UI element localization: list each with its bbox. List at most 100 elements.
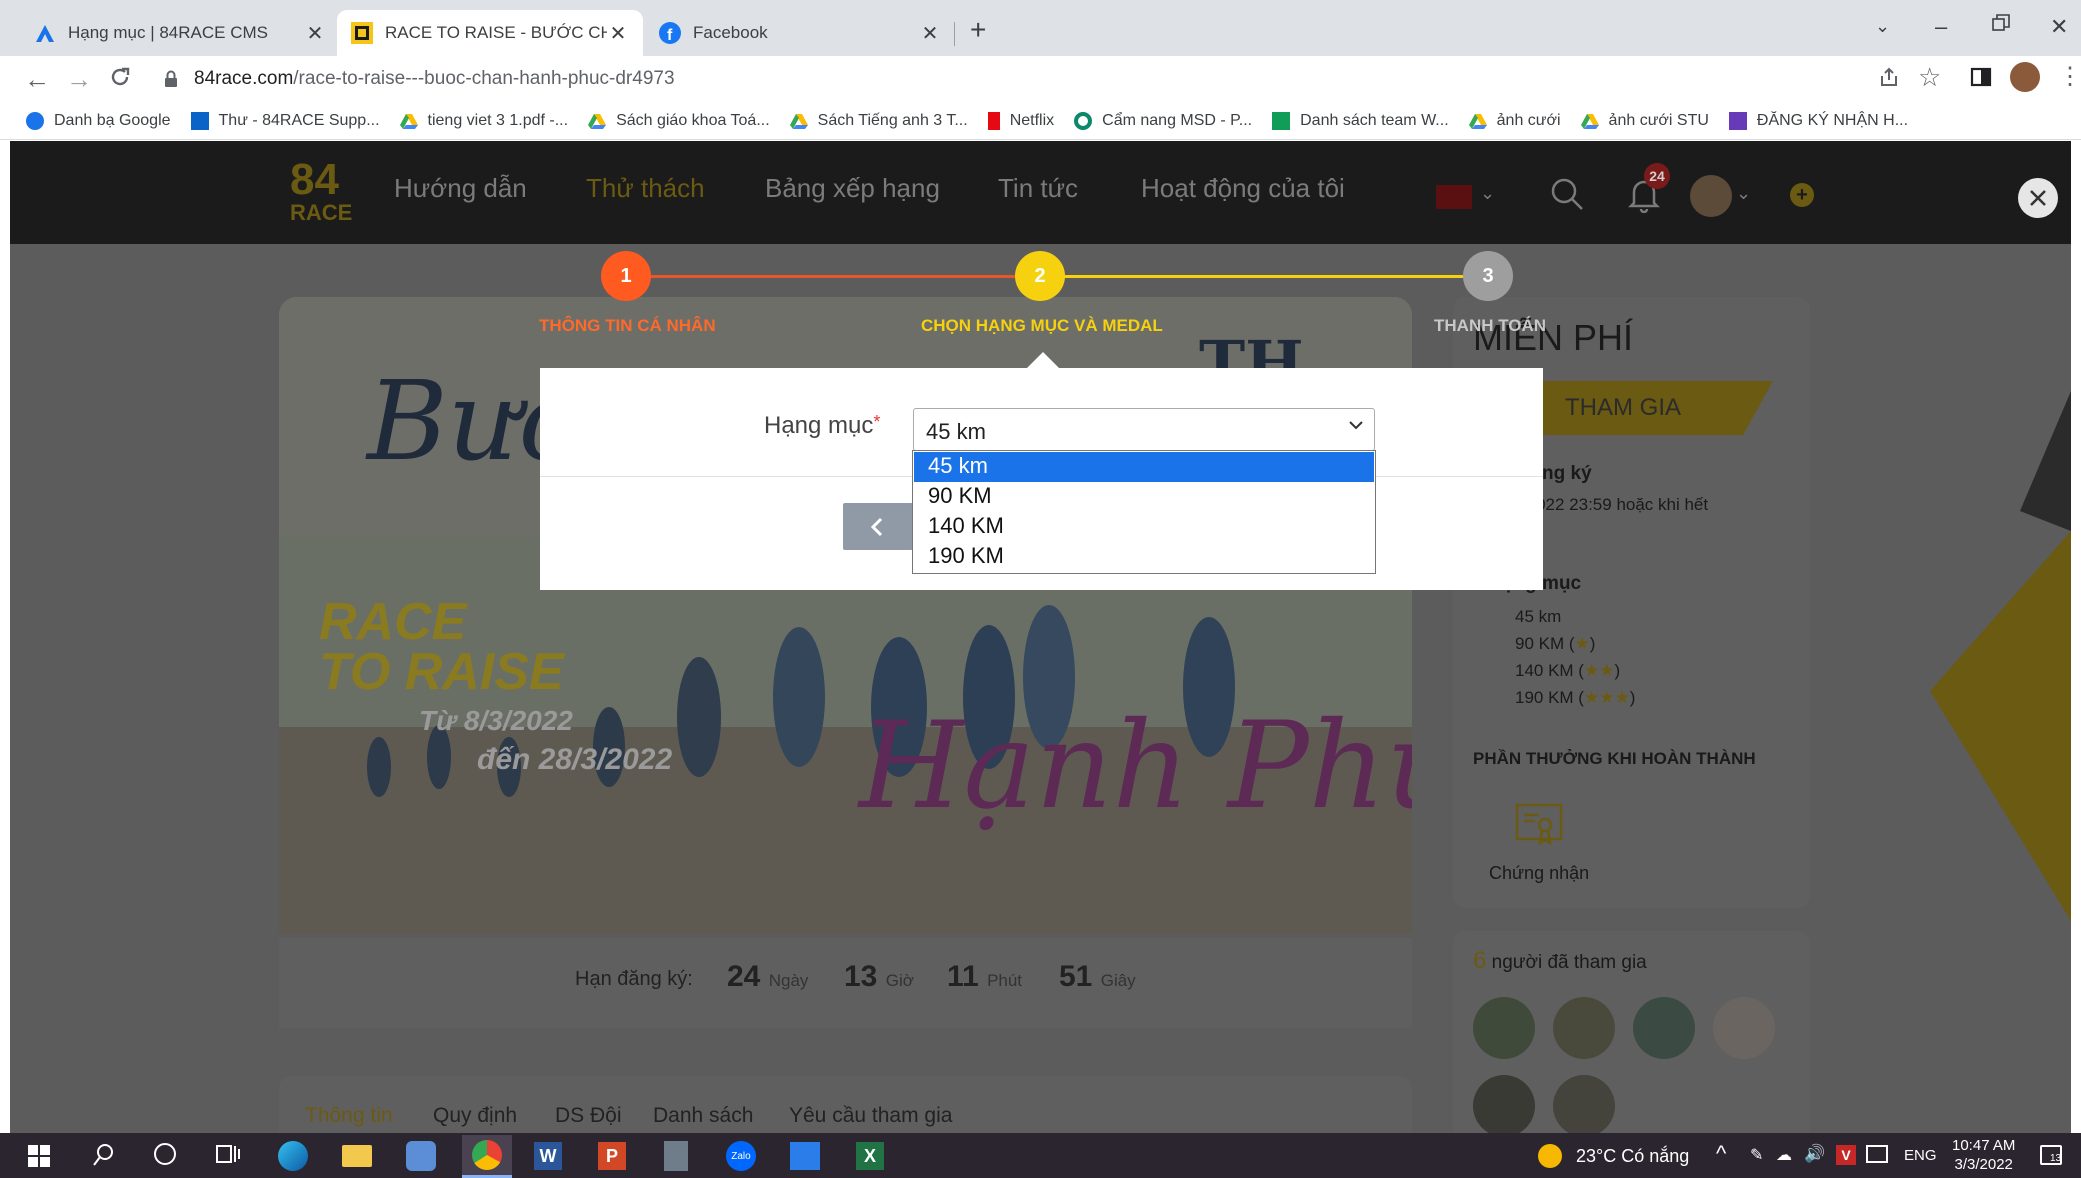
chevron-down-icon[interactable] xyxy=(1348,420,1364,430)
weather-sun-icon[interactable] xyxy=(1538,1144,1562,1168)
cloud-icon[interactable]: ☁ xyxy=(1776,1145,1792,1165)
participant-avatar[interactable] xyxy=(1473,1075,1535,1133)
bookmark-item[interactable]: Cẩm nang MSD - P... xyxy=(1074,112,1252,130)
bookmark-item[interactable]: tieng viet 3 1.pdf -... xyxy=(399,112,568,130)
plus-circle-icon[interactable]: + xyxy=(1790,183,1814,207)
close-icon[interactable]: ✕ xyxy=(304,21,326,46)
new-tab-icon[interactable]: + xyxy=(970,14,986,46)
participant-avatar[interactable] xyxy=(1473,997,1535,1059)
zalo-icon[interactable]: Zalo xyxy=(726,1141,756,1171)
tab-thong-tin[interactable]: Thông tin xyxy=(305,1104,393,1128)
tab-yeu-cau[interactable]: Yêu cầu tham gia xyxy=(789,1104,952,1128)
clock[interactable]: 10:47 AM 3/3/2022 xyxy=(1952,1136,2015,1174)
nav-tin-tuc[interactable]: Tin tức xyxy=(998,173,1078,204)
search-icon[interactable] xyxy=(1550,177,1584,211)
tab-facebook[interactable]: f Facebook ✕ xyxy=(645,10,955,56)
minimize-icon[interactable]: – xyxy=(1935,14,1947,40)
language-indicator[interactable]: ENG xyxy=(1904,1147,1937,1164)
participant-avatar[interactable] xyxy=(1633,997,1695,1059)
option-190km[interactable]: 190 KM xyxy=(914,542,1374,572)
file-explorer-icon[interactable] xyxy=(342,1145,372,1167)
bookmark-item[interactable]: ảnh cưới xyxy=(1468,112,1561,130)
bookmark-item[interactable]: Thư - 84RACE Supp... xyxy=(190,112,380,130)
window-close-icon[interactable]: ✕ xyxy=(2050,14,2068,40)
participant-avatar[interactable] xyxy=(1713,997,1775,1059)
category-dropdown-list[interactable]: 45 km 90 KM 140 KM 190 KM xyxy=(912,450,1376,574)
site-logo[interactable]: 84 RACE xyxy=(290,158,352,230)
bookmark-item[interactable]: ảnh cưới STU xyxy=(1580,112,1709,130)
option-140km[interactable]: 140 KM xyxy=(914,512,1374,542)
modal-title: ĐĂNG KÝ THAM GIA xyxy=(898,58,1172,88)
back-button[interactable] xyxy=(843,503,913,550)
chrome-menu-icon[interactable]: ⋮ xyxy=(2058,62,2081,91)
excel-icon[interactable]: X xyxy=(856,1142,884,1170)
option-45km[interactable]: 45 km xyxy=(914,452,1374,482)
star-icon: ★★★ xyxy=(1583,688,1630,707)
edge-icon[interactable] xyxy=(278,1141,308,1171)
reload-icon[interactable] xyxy=(108,65,132,89)
lock-icon[interactable] xyxy=(164,70,178,88)
sheets-icon xyxy=(1272,112,1291,130)
task-view-icon[interactable] xyxy=(216,1143,240,1165)
restore-icon[interactable] xyxy=(1992,14,2010,32)
tab-race-to-raise[interactable]: RACE TO RAISE - BƯỚC CHÂN H ✕ xyxy=(337,10,643,56)
nav-huong-dan[interactable]: Hướng dẫn xyxy=(394,173,527,204)
tab-danh-sach[interactable]: Danh sách xyxy=(653,1104,753,1128)
side-panel-icon[interactable] xyxy=(1970,66,1992,88)
tab-cms[interactable]: Hạng mục | 84RACE CMS ✕ xyxy=(20,10,340,56)
vietnam-flag-icon[interactable] xyxy=(1436,185,1472,209)
chevron-down-icon[interactable]: ⌄ xyxy=(1480,183,1495,204)
bookmark-item[interactable]: ĐĂNG KÝ NHẬN H... xyxy=(1728,112,1908,130)
back-icon[interactable]: ← xyxy=(24,64,50,95)
share-icon[interactable] xyxy=(1878,66,1900,88)
url-text[interactable]: 84race.com/race-to-raise---buoc-chan-han… xyxy=(194,68,675,90)
tab-search-icon[interactable]: ⌄ xyxy=(1875,16,1890,37)
speaker-icon[interactable]: 🔊 xyxy=(1804,1144,1825,1164)
notification-badge: 24 xyxy=(1644,163,1670,189)
weather-text[interactable]: 23°C Có nắng xyxy=(1576,1146,1689,1167)
user-avatar[interactable] xyxy=(1690,175,1732,217)
chrome-taskbar-item[interactable] xyxy=(462,1135,512,1178)
nav-bang-xep-hang[interactable]: Bảng xếp hạng xyxy=(765,173,940,204)
bookmark-item[interactable]: Danh sách team W... xyxy=(1272,112,1449,130)
notification-center-icon[interactable]: 13 xyxy=(2040,1145,2062,1165)
bookmark-item[interactable]: Netflix xyxy=(987,112,1054,130)
forward-icon[interactable]: → xyxy=(66,64,92,95)
ime-icon[interactable] xyxy=(1866,1145,1888,1163)
paint-icon[interactable] xyxy=(406,1141,436,1171)
photos-icon[interactable] xyxy=(790,1142,820,1170)
calculator-icon[interactable] xyxy=(664,1141,688,1171)
participant-avatar[interactable] xyxy=(1553,1075,1615,1133)
search-icon[interactable] xyxy=(92,1143,114,1167)
word-icon[interactable]: W xyxy=(534,1142,562,1170)
banner-date-to: đến 28/3/2022 xyxy=(477,743,673,776)
category-select[interactable]: 45 km xyxy=(913,408,1375,451)
bookmark-item[interactable]: Sách giáo khoa Toá... xyxy=(588,112,770,130)
bookmark-item[interactable]: Sách Tiếng anh 3 T... xyxy=(789,112,968,130)
tab-quy-dinh[interactable]: Quy định xyxy=(433,1104,517,1128)
tab-ds-doi[interactable]: DS Đội xyxy=(555,1104,622,1128)
pen-icon[interactable]: ✎ xyxy=(1750,1145,1763,1165)
nav-hoat-dong[interactable]: Hoạt động của tôi xyxy=(1141,173,1345,204)
chevron-down-icon[interactable]: ⌄ xyxy=(1736,183,1751,204)
participant-avatar[interactable] xyxy=(1553,997,1615,1059)
chevron-up-icon[interactable]: ^ xyxy=(1716,1141,1726,1167)
bookmark-item[interactable]: Danh bạ Google xyxy=(26,112,171,130)
bookmark-star-icon[interactable]: ☆ xyxy=(1918,62,1941,93)
powerpoint-icon[interactable]: P xyxy=(598,1142,626,1170)
close-icon[interactable]: ✕ xyxy=(919,21,941,46)
step-1-label: THÔNG TIN CÁ NHÂN xyxy=(539,316,716,335)
profile-avatar[interactable] xyxy=(2010,62,2040,92)
windows-start-icon[interactable] xyxy=(28,1145,50,1167)
cortana-icon[interactable] xyxy=(154,1143,176,1165)
option-90km[interactable]: 90 KM xyxy=(914,482,1374,512)
step-connector xyxy=(1063,275,1473,278)
modal-close-button[interactable] xyxy=(2018,178,2058,218)
close-icon[interactable]: ✕ xyxy=(607,21,629,46)
countdown-label: Hạn đăng ký: xyxy=(575,968,693,990)
windows-taskbar: W P Zalo X 23°C Có nắng ^ ✎ ☁ 🔊 V ENG 10… xyxy=(0,1133,2081,1178)
antivirus-icon[interactable]: V xyxy=(1836,1145,1856,1165)
tab-separator xyxy=(954,22,955,46)
nav-thu-thach[interactable]: Thử thách xyxy=(586,173,705,204)
drive-icon xyxy=(789,112,808,130)
